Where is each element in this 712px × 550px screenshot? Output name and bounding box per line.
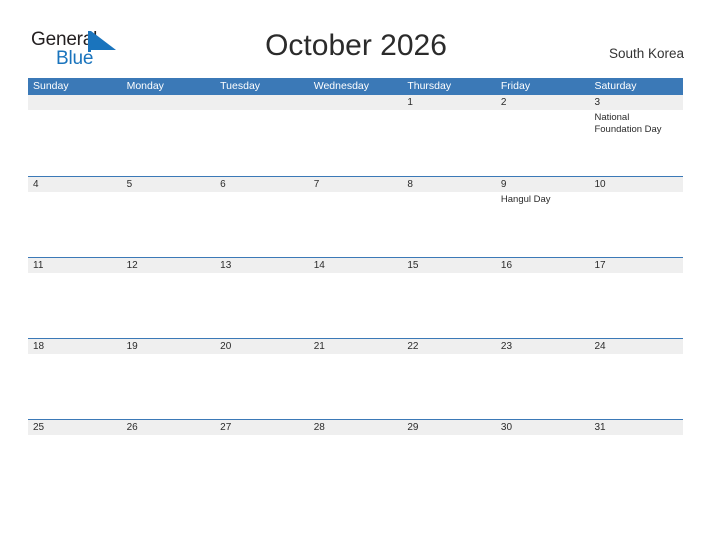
calendar-day-cell[interactable]: 18 bbox=[28, 339, 122, 419]
day-number: 18 bbox=[33, 341, 45, 352]
day-number: 16 bbox=[500, 260, 513, 271]
weekday-header-saturday: Saturday bbox=[594, 80, 637, 92]
calendar-day-cell[interactable]: 5 bbox=[122, 177, 216, 257]
day-number: 7 bbox=[313, 179, 320, 190]
calendar-day-cell[interactable]: 7 bbox=[309, 177, 403, 257]
day-number bbox=[127, 95, 216, 110]
day-number bbox=[33, 95, 122, 110]
calendar-day-cell[interactable]: 12 bbox=[122, 258, 216, 338]
day-number: 3 bbox=[594, 97, 601, 108]
calendar-day-cell[interactable]: 13 bbox=[215, 258, 309, 338]
week-day-cells: 1 2 3 National Foundation Day bbox=[28, 95, 683, 176]
calendar-day-cell[interactable]: 1 bbox=[402, 95, 496, 176]
day-number bbox=[314, 95, 403, 110]
weekday-header-friday: Friday bbox=[500, 80, 531, 92]
calendar-day-cell[interactable]: 24 bbox=[589, 339, 683, 419]
calendar-week-row: 1 2 3 National Foundation Day bbox=[28, 95, 683, 176]
calendar-day-cell[interactable]: 25 bbox=[28, 420, 122, 500]
day-number: 23 bbox=[500, 341, 513, 352]
day-number: 21 bbox=[313, 341, 325, 352]
page-title: October 2026 bbox=[265, 29, 447, 62]
day-number: 20 bbox=[220, 341, 232, 352]
weekday-header-row: Sunday Monday Tuesday Wednesday Thursday… bbox=[28, 78, 683, 95]
day-number: 1 bbox=[407, 97, 413, 108]
calendar-day-cell[interactable]: 9 Hangul Day bbox=[496, 177, 590, 257]
calendar-day-cell[interactable]: 20 bbox=[215, 339, 309, 419]
day-events: Hangul Day bbox=[501, 194, 590, 206]
region-label: South Korea bbox=[608, 46, 684, 61]
calendar-weeks: 1 2 3 National Foundation Day 4 5 6 7 8 9 Hangul Da… bbox=[28, 95, 683, 500]
calendar-week-row: 18 19 20 21 22 23 24 bbox=[28, 338, 683, 419]
day-number: 25 bbox=[33, 422, 45, 433]
calendar-day-cell[interactable]: 15 bbox=[402, 258, 496, 338]
calendar-day-cell-empty bbox=[215, 95, 309, 176]
calendar-day-cell[interactable]: 10 bbox=[589, 177, 683, 257]
calendar-day-cell[interactable]: 29 bbox=[402, 420, 496, 500]
day-number: 15 bbox=[407, 260, 419, 271]
day-number: 26 bbox=[126, 422, 138, 433]
calendar-week-row: 11 12 13 14 15 16 17 bbox=[28, 257, 683, 338]
calendar-day-cell[interactable]: 27 bbox=[215, 420, 309, 500]
calendar-day-cell[interactable]: 3 National Foundation Day bbox=[589, 95, 683, 176]
week-day-cells: 4 5 6 7 8 9 Hangul Day 10 bbox=[28, 177, 683, 257]
day-number: 30 bbox=[500, 422, 513, 433]
week-day-cells: 25 26 27 28 29 30 31 bbox=[28, 420, 683, 500]
day-number: 14 bbox=[313, 260, 325, 271]
day-number: 29 bbox=[407, 422, 419, 433]
day-number: 6 bbox=[220, 179, 226, 190]
day-number: 28 bbox=[313, 422, 325, 433]
calendar-day-cell-empty bbox=[309, 95, 403, 176]
day-number: 8 bbox=[407, 179, 413, 190]
day-number: 24 bbox=[594, 341, 606, 352]
week-day-cells: 11 12 13 14 15 16 17 bbox=[28, 258, 683, 338]
calendar-day-cell[interactable]: 17 bbox=[589, 258, 683, 338]
day-number: 27 bbox=[220, 422, 232, 433]
day-number: 19 bbox=[126, 341, 138, 352]
calendar-day-cell-empty bbox=[28, 95, 122, 176]
holiday-event-label: Foundation Day bbox=[594, 123, 662, 135]
holiday-event-label: National bbox=[594, 112, 630, 123]
day-number: 9 bbox=[500, 179, 507, 190]
calendar-day-cell[interactable]: 30 bbox=[496, 420, 590, 500]
calendar-day-cell-empty bbox=[122, 95, 216, 176]
calendar-day-cell[interactable]: 16 bbox=[496, 258, 590, 338]
holiday-event-label: Hangul Day bbox=[500, 194, 551, 205]
weekday-header-tuesday: Tuesday bbox=[220, 80, 261, 92]
calendar-week-row: 4 5 6 7 8 9 Hangul Day 10 bbox=[28, 176, 683, 257]
day-number: 31 bbox=[594, 422, 606, 433]
day-events: National Foundation Day bbox=[594, 112, 683, 135]
page-header: General Blue October 2026 South Korea bbox=[0, 0, 712, 76]
calendar-week-row: 25 26 27 28 29 30 31 bbox=[28, 419, 683, 500]
day-number: 5 bbox=[126, 179, 133, 190]
calendar-day-cell[interactable]: 21 bbox=[309, 339, 403, 419]
calendar-day-cell[interactable]: 19 bbox=[122, 339, 216, 419]
calendar-grid: Sunday Monday Tuesday Wednesday Thursday… bbox=[28, 78, 683, 500]
day-number: 4 bbox=[33, 179, 39, 190]
calendar-day-cell[interactable]: 26 bbox=[122, 420, 216, 500]
day-number: 12 bbox=[126, 260, 138, 271]
calendar-day-cell[interactable]: 6 bbox=[215, 177, 309, 257]
calendar-day-cell[interactable]: 28 bbox=[309, 420, 403, 500]
calendar-day-cell[interactable]: 4 bbox=[28, 177, 122, 257]
calendar-day-cell[interactable]: 2 bbox=[496, 95, 590, 176]
calendar-day-cell[interactable]: 23 bbox=[496, 339, 590, 419]
calendar-day-cell[interactable]: 8 bbox=[402, 177, 496, 257]
calendar-day-cell[interactable]: 14 bbox=[309, 258, 403, 338]
weekday-header-wednesday: Wednesday bbox=[313, 80, 369, 92]
calendar-day-cell[interactable]: 22 bbox=[402, 339, 496, 419]
day-number: 17 bbox=[594, 260, 606, 271]
week-day-cells: 18 19 20 21 22 23 24 bbox=[28, 339, 683, 419]
calendar-day-cell[interactable]: 11 bbox=[28, 258, 122, 338]
weekday-header-monday: Monday bbox=[126, 80, 164, 92]
weekday-header-sunday: Sunday bbox=[33, 80, 69, 92]
weekday-header-thursday: Thursday bbox=[407, 80, 452, 92]
day-number: 13 bbox=[220, 260, 232, 271]
calendar-page: General Blue October 2026 South Korea Su… bbox=[0, 0, 712, 550]
calendar-day-cell[interactable]: 31 bbox=[589, 420, 683, 500]
day-number: 11 bbox=[33, 260, 44, 271]
day-number: 22 bbox=[407, 341, 419, 352]
day-number: 10 bbox=[594, 179, 606, 190]
day-number: 2 bbox=[500, 97, 507, 108]
day-number bbox=[220, 95, 309, 110]
